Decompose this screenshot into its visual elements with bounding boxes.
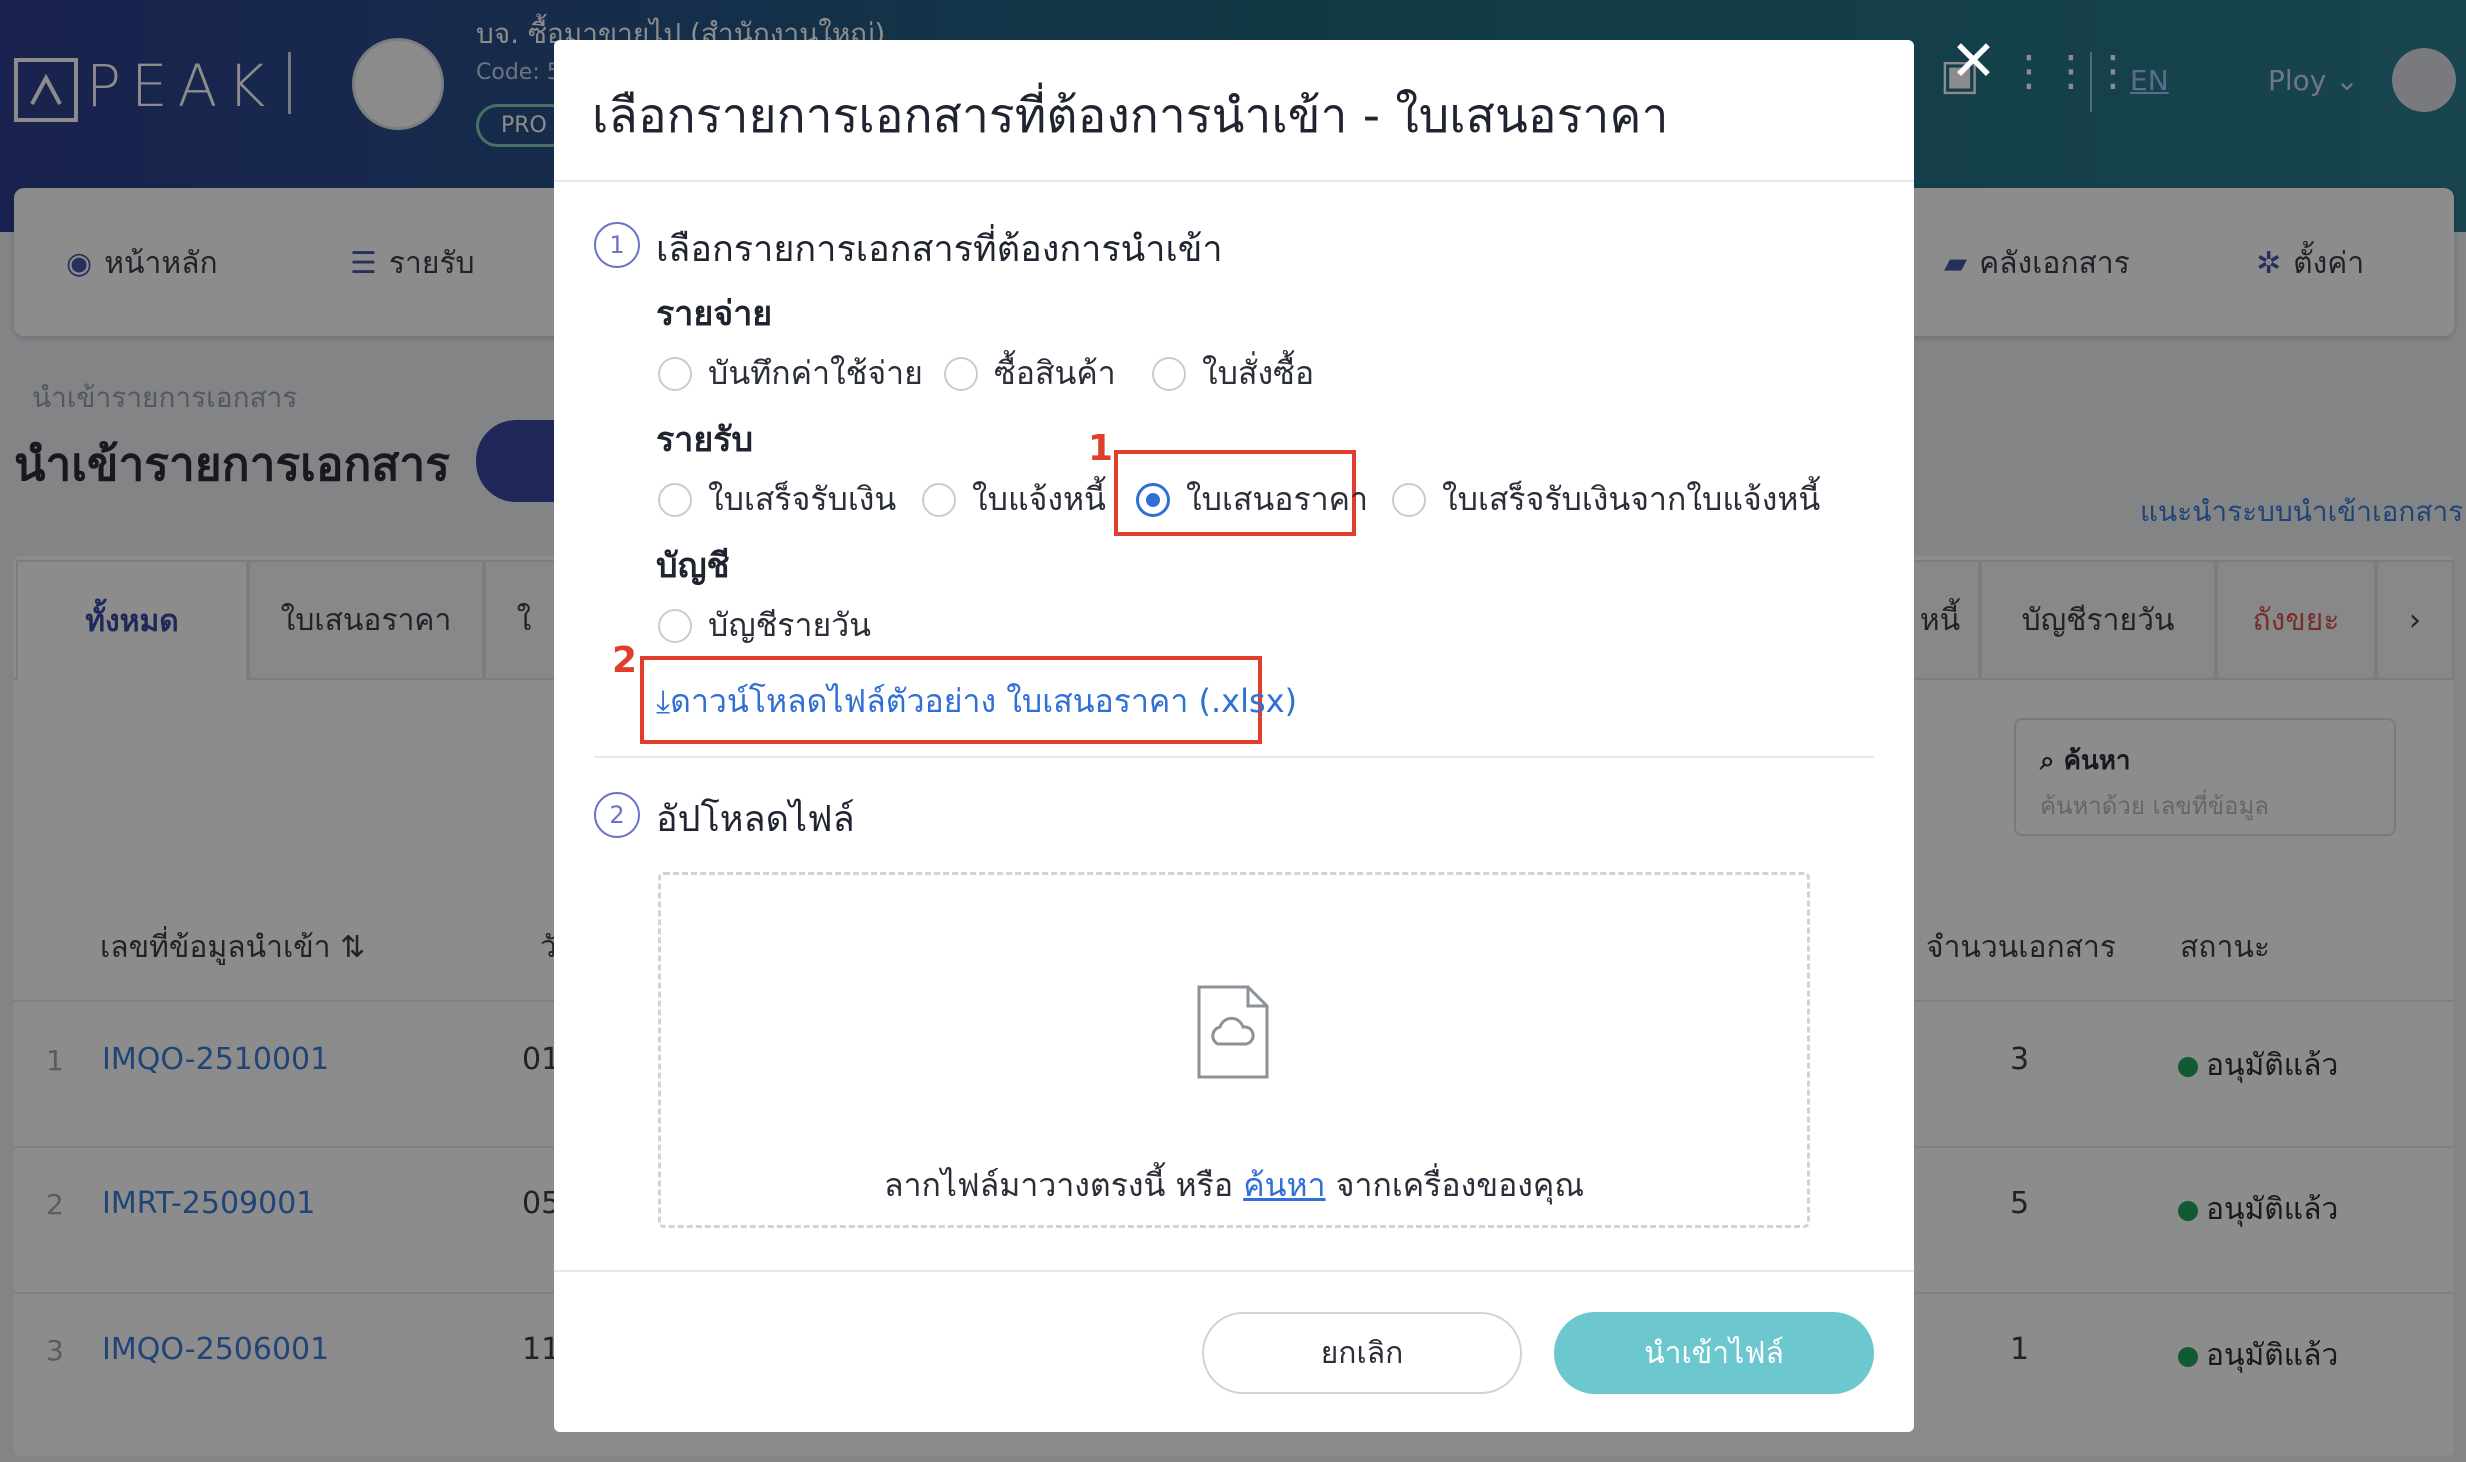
radio-label: ซื้อสินค้า: [994, 354, 1116, 392]
radio-receipt[interactable]: ใบเสร็จรับเงิน: [658, 474, 896, 525]
radio-receipt-from-invoice[interactable]: ใบเสร็จรับเงินจากใบแจ้งหนี้: [1392, 474, 1820, 525]
radio-circle-selected: [1136, 482, 1170, 517]
radio-label: ใบสั่งซื้อ: [1202, 354, 1315, 392]
annotation-number-1: 1: [1088, 428, 1114, 469]
radio-expense-record[interactable]: บันทึกค่าใช้จ่าย: [658, 348, 923, 399]
radio-label: ใบเสนอราคา: [1186, 480, 1369, 518]
radio-label: ใบแจ้งหนี้: [972, 480, 1106, 518]
browse-link[interactable]: ค้นหา: [1243, 1166, 1325, 1204]
radio-circle: [658, 356, 692, 391]
radio-label: บันทึกค่าใช้จ่าย: [708, 354, 923, 392]
cancel-button[interactable]: ยกเลิก: [1202, 1312, 1522, 1394]
step-2-badge: 2: [594, 792, 640, 838]
radio-circle: [1392, 482, 1426, 517]
modal-footer-divider: [554, 1270, 1914, 1272]
section-divider: [594, 756, 1874, 758]
radio-invoice[interactable]: ใบแจ้งหนี้: [922, 474, 1106, 525]
download-link-text: ดาวน์โหลดไฟล์ตัวอย่าง ใบเสนอราคา (.xlsx): [670, 682, 1298, 720]
cloud-file-icon: [1196, 984, 1270, 1084]
radio-circle: [1152, 356, 1186, 391]
radio-quotation[interactable]: ใบเสนอราคา: [1136, 474, 1368, 525]
dropzone-suffix: จากเครื่องของคุณ: [1325, 1166, 1585, 1204]
radio-purchase-order[interactable]: ใบสั่งซื้อ: [1152, 348, 1314, 399]
radio-label: ใบเสร็จรับเงินจากใบแจ้งหนี้: [1442, 480, 1821, 518]
dropzone-text: ลากไฟล์มาวางตรงนี้ หรือ ค้นหา จากเครื่อง…: [658, 1160, 1810, 1211]
radio-circle: [658, 608, 692, 643]
radio-circle: [922, 482, 956, 517]
annotation-number-2: 2: [612, 640, 638, 681]
download-icon: ⤓: [656, 682, 671, 720]
step-2-title: อัปโหลดไฟล์: [656, 799, 855, 840]
expense-group-label: รายจ่าย: [656, 294, 773, 334]
import-file-button[interactable]: นำเข้าไฟล์: [1554, 1312, 1874, 1394]
modal-header-divider: [554, 180, 1914, 182]
download-template-link[interactable]: ⤓ดาวน์โหลดไฟล์ตัวอย่าง ใบเสนอราคา (.xlsx…: [656, 676, 1297, 727]
radio-circle: [944, 356, 978, 391]
radio-journal[interactable]: บัญชีรายวัน: [658, 600, 871, 651]
account-group-label: บัญชี: [656, 546, 730, 586]
income-group-label: รายรับ: [656, 420, 754, 460]
close-icon[interactable]: ✕: [1950, 34, 1997, 90]
radio-circle: [658, 482, 692, 517]
step-1-badge: 1: [594, 222, 640, 268]
radio-label: ใบเสร็จรับเงิน: [708, 480, 897, 518]
step-1-title: เลือกรายการเอกสารที่ต้องการนำเข้า: [656, 229, 1223, 270]
radio-label: บัญชีรายวัน: [708, 606, 872, 644]
radio-purchase[interactable]: ซื้อสินค้า: [944, 348, 1116, 399]
dropzone-prefix: ลากไฟล์มาวางตรงนี้ หรือ: [883, 1166, 1244, 1204]
modal-title: เลือกรายการเอกสารที่ต้องการนำเข้า - ใบเส…: [592, 88, 1669, 144]
